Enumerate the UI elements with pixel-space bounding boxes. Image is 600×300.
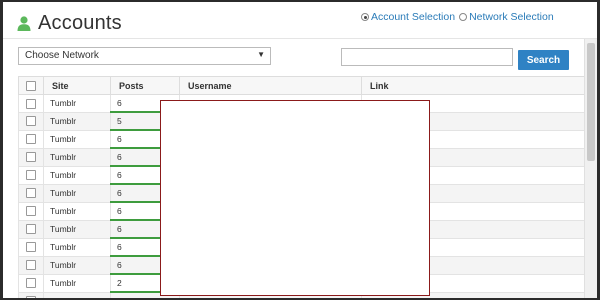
- row-checkbox[interactable]: [26, 188, 36, 199]
- site-cell: Tumblr: [43, 291, 111, 298]
- page-title: Accounts: [38, 11, 122, 34]
- row-checkbox[interactable]: [26, 224, 36, 235]
- site-cell: Tumblr: [43, 165, 111, 185]
- row-checkbox[interactable]: [26, 206, 36, 217]
- search-input[interactable]: [341, 48, 513, 66]
- column-username[interactable]: Username: [179, 76, 362, 95]
- row-checkbox-cell: [18, 111, 44, 131]
- row-checkbox[interactable]: [26, 278, 36, 289]
- account-selection-radio[interactable]: Account Selection: [361, 11, 455, 23]
- row-checkbox-cell: [18, 94, 44, 113]
- row-checkbox-cell: [18, 165, 44, 185]
- scrollbar-thumb[interactable]: [587, 43, 595, 161]
- radio-checked-icon[interactable]: [361, 13, 369, 21]
- row-checkbox[interactable]: [26, 170, 36, 181]
- site-cell: Tumblr: [43, 255, 111, 275]
- row-checkbox-cell: [18, 255, 44, 275]
- column-site[interactable]: Site: [43, 76, 111, 95]
- site-cell: Tumblr: [43, 219, 111, 239]
- select-all-header: [18, 76, 44, 95]
- site-cell: Tumblr: [43, 111, 111, 131]
- row-checkbox[interactable]: [26, 296, 36, 298]
- row-checkbox-cell: [18, 183, 44, 203]
- user-icon: [17, 16, 31, 31]
- network-select[interactable]: Choose Network ▼: [18, 47, 271, 65]
- header-divider: [3, 38, 597, 39]
- column-link[interactable]: Link: [361, 76, 588, 95]
- site-cell: Tumblr: [43, 94, 111, 113]
- redaction-overlay: [160, 100, 430, 296]
- site-cell: Tumblr: [43, 147, 111, 167]
- row-checkbox-cell: [18, 201, 44, 221]
- row-checkbox[interactable]: [26, 152, 36, 163]
- column-posts[interactable]: Posts: [110, 76, 180, 95]
- select-all-checkbox[interactable]: [26, 80, 36, 91]
- row-checkbox-cell: [18, 147, 44, 167]
- row-checkbox[interactable]: [26, 116, 36, 127]
- row-checkbox-cell: [18, 273, 44, 293]
- site-cell: Tumblr: [43, 201, 111, 221]
- search-button[interactable]: Search: [518, 50, 569, 70]
- row-checkbox-cell: [18, 291, 44, 298]
- vertical-scrollbar[interactable]: [584, 39, 597, 298]
- selection-mode: Account Selection Network Selection: [361, 11, 558, 23]
- modal-header: Accounts: [16, 11, 122, 35]
- row-checkbox[interactable]: [26, 242, 36, 253]
- site-cell: Tumblr: [43, 237, 111, 257]
- row-checkbox[interactable]: [26, 98, 36, 109]
- accounts-modal: Accounts Account Selection Network Selec…: [3, 2, 597, 298]
- radio-unchecked-icon[interactable]: [459, 13, 468, 21]
- network-selection-radio[interactable]: Network Selection: [459, 11, 554, 23]
- account-selection-label[interactable]: Account Selection: [371, 11, 455, 23]
- caret-down-icon: ▼: [257, 50, 265, 59]
- row-checkbox[interactable]: [26, 260, 36, 271]
- site-cell: Tumblr: [43, 129, 111, 149]
- site-cell: Tumblr: [43, 183, 111, 203]
- row-checkbox-cell: [18, 237, 44, 257]
- row-checkbox-cell: [18, 129, 44, 149]
- row-checkbox[interactable]: [26, 134, 36, 145]
- site-cell: Tumblr: [43, 273, 111, 293]
- network-select-value: Choose Network: [25, 50, 99, 61]
- network-selection-label[interactable]: Network Selection: [469, 11, 554, 23]
- table-header-row: Site Posts Username Link: [18, 76, 588, 95]
- row-checkbox-cell: [18, 219, 44, 239]
